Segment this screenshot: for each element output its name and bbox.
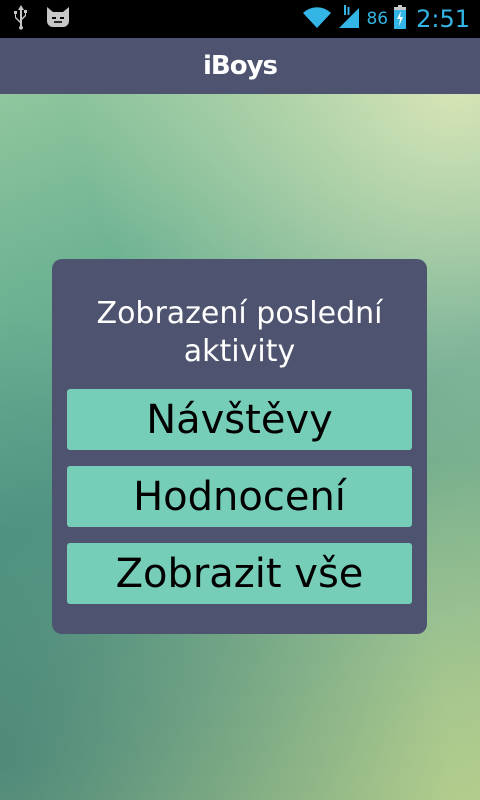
status-right: 86 2:51 xyxy=(302,0,470,38)
wifi-icon xyxy=(302,5,332,33)
activity-dialog: Zobrazení poslední aktivity Návštěvy Hod… xyxy=(52,259,427,634)
dialog-title: Zobrazení poslední aktivity xyxy=(96,296,383,369)
cyanogen-icon xyxy=(44,5,72,33)
app-bar: iBoys xyxy=(0,38,480,94)
app-screen: 86 2:51 iBoys Zobrazení poslední aktivit… xyxy=(0,0,480,800)
status-clock: 2:51 xyxy=(416,5,470,33)
status-left xyxy=(12,4,72,34)
signal-icon xyxy=(338,5,360,33)
usb-icon xyxy=(12,4,30,34)
visits-button[interactable]: Návštěvy xyxy=(67,389,412,450)
show-all-button[interactable]: Zobrazit vše xyxy=(67,543,412,604)
ratings-button[interactable]: Hodnocení xyxy=(67,466,412,527)
app-title: iBoys xyxy=(202,51,278,81)
battery-icon xyxy=(394,5,407,33)
status-bar: 86 2:51 xyxy=(0,0,480,38)
battery-percent: 86 xyxy=(366,9,389,29)
